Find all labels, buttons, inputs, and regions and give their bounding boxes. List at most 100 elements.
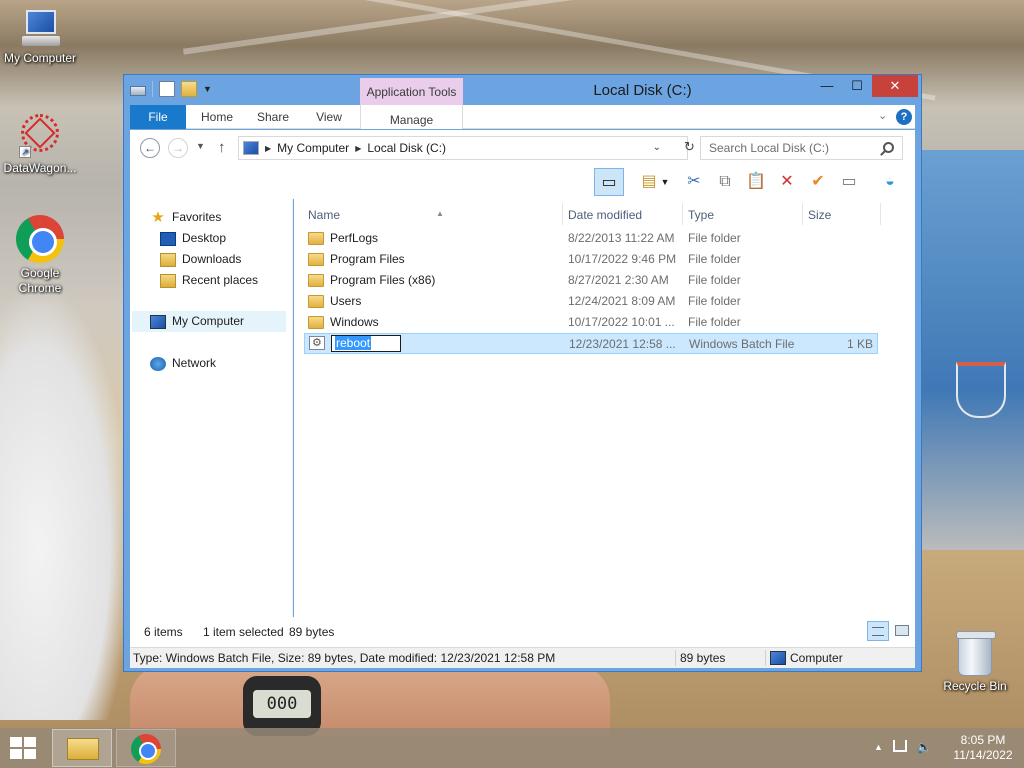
file-date: 8/27/2021 2:30 AM xyxy=(568,273,669,287)
preview-pane-button[interactable]: ▭ xyxy=(594,168,624,196)
file-row-program-files-x86[interactable]: Program Files (x86) 8/27/2021 2:30 AM Fi… xyxy=(304,270,878,291)
up-button[interactable]: ↑ xyxy=(218,139,226,156)
nav-favorites[interactable]: ★ Favorites xyxy=(150,207,221,228)
file-row-perflogs[interactable]: PerfLogs 8/22/2013 11:22 AM File folder xyxy=(304,228,878,249)
start-button[interactable] xyxy=(10,737,38,761)
rename-selected-text: reboot xyxy=(335,336,372,350)
taskbar-file-explorer[interactable] xyxy=(52,729,112,767)
file-date: 8/22/2013 11:22 AM xyxy=(568,231,675,245)
recent-places-icon xyxy=(160,273,176,288)
network-status-icon[interactable] xyxy=(892,740,907,752)
nav-item-downloads[interactable]: Downloads xyxy=(160,249,241,270)
breadcrumb-separator-icon[interactable]: ▶ xyxy=(355,144,361,153)
nav-item-my-computer[interactable]: My Computer xyxy=(132,311,286,332)
minimize-button[interactable]: — xyxy=(812,75,842,97)
title-bar[interactable]: ▼ Application Tools Local Disk (C:) — ☐ … xyxy=(124,75,921,106)
clock[interactable]: 8:05 PM 11/14/2022 xyxy=(948,733,1018,763)
shell-icon[interactable]: ◒ xyxy=(875,168,905,196)
file-name: Windows xyxy=(330,315,379,329)
file-type: File folder xyxy=(688,294,741,308)
tab-share[interactable]: Share xyxy=(248,105,298,129)
show-hidden-icons-button[interactable]: ▲ xyxy=(874,742,883,754)
close-button[interactable]: ✕ xyxy=(872,75,918,97)
computer-icon xyxy=(770,651,786,665)
divider[interactable] xyxy=(802,203,803,225)
desktop-icon-label: DataWagon... xyxy=(3,161,77,175)
desktop-icon-recycle-bin[interactable]: Recycle Bin xyxy=(935,631,1015,694)
nav-item-desktop[interactable]: Desktop xyxy=(160,228,226,249)
downloads-icon xyxy=(160,252,176,267)
cut-icon[interactable]: ✂ xyxy=(679,168,709,196)
file-type: File folder xyxy=(688,315,741,329)
recent-locations-dropdown-icon[interactable]: ▼ xyxy=(196,141,205,151)
dropdown-icon[interactable]: ▼ xyxy=(658,168,672,196)
expand-ribbon-icon[interactable]: ⌄ xyxy=(878,109,887,122)
file-type: Windows Batch File xyxy=(689,337,795,351)
paste-icon[interactable]: 📋 xyxy=(741,168,771,196)
folder-icon xyxy=(308,232,324,245)
desktop-icon-datawagon[interactable]: ↗ DataWagon... xyxy=(0,114,80,176)
breadcrumb-local-disk[interactable]: Local Disk (C:) xyxy=(367,141,446,155)
folder-icon xyxy=(308,316,324,329)
divider[interactable] xyxy=(562,203,563,225)
details-size: 89 bytes xyxy=(680,651,726,665)
column-header-date-modified[interactable]: Date modified xyxy=(564,205,679,225)
taskbar: ▲ 🔈 8:05 PM 11/14/2022 xyxy=(0,728,1024,768)
forward-button[interactable]: → xyxy=(168,138,188,158)
folder-icon xyxy=(308,274,324,287)
nav-item-network[interactable]: Network xyxy=(150,353,216,374)
refresh-button[interactable]: ↻ xyxy=(684,139,695,155)
file-name: PerfLogs xyxy=(330,231,379,245)
file-row-windows[interactable]: Windows 10/17/2022 10:01 ... File folder xyxy=(304,312,878,333)
nav-item-label: Downloads xyxy=(182,252,242,266)
large-icons-view-icon xyxy=(895,625,909,636)
file-date: 12/23/2021 12:58 ... xyxy=(569,337,676,351)
breadcrumb-my-computer[interactable]: My Computer xyxy=(277,141,349,155)
large-icons-view-button[interactable] xyxy=(891,621,913,641)
tab-home[interactable]: Home xyxy=(192,105,242,129)
check-icon[interactable]: ✔ xyxy=(803,168,833,196)
network-icon xyxy=(150,356,166,371)
column-header-size[interactable]: Size xyxy=(804,205,874,225)
sort-ascending-icon: ▲ xyxy=(436,209,444,218)
details-view-button[interactable] xyxy=(867,621,889,641)
clock-date: 11/14/2022 xyxy=(953,748,1013,762)
rename-input[interactable]: reboot xyxy=(331,335,401,352)
divider[interactable] xyxy=(880,203,881,225)
tab-file[interactable]: File xyxy=(130,105,186,129)
divider[interactable] xyxy=(682,203,683,225)
taskbar-google-chrome[interactable] xyxy=(116,729,176,767)
rename-icon[interactable]: ▭ xyxy=(834,168,864,196)
help-icon[interactable]: ? xyxy=(896,109,912,125)
copy-icon[interactable]: ⧉ xyxy=(710,168,740,196)
column-header-type[interactable]: Type xyxy=(684,205,799,225)
selection-count: 1 item selected xyxy=(203,625,284,639)
file-row-reboot[interactable]: reboot 12/23/2021 12:58 ... Windows Batc… xyxy=(304,333,878,354)
breadcrumb-separator-icon[interactable]: ▶ xyxy=(265,144,271,153)
desktop-icon-my-computer[interactable]: My Computer xyxy=(0,10,80,66)
folder-icon xyxy=(308,295,324,308)
tab-view[interactable]: View xyxy=(304,105,354,129)
explorer-window[interactable]: ▼ Application Tools Local Disk (C:) — ☐ … xyxy=(123,74,922,672)
delete-icon[interactable]: ✕ xyxy=(772,168,802,196)
nav-item-recent-places[interactable]: Recent places xyxy=(160,270,258,291)
file-type: File folder xyxy=(688,231,741,245)
address-dropdown-icon[interactable]: ⌄ xyxy=(653,142,661,153)
file-row-users[interactable]: Users 12/24/2021 8:09 AM File folder xyxy=(304,291,878,312)
back-button[interactable]: ← xyxy=(140,138,160,158)
details-view-icon xyxy=(872,627,884,636)
tab-manage[interactable]: Manage xyxy=(360,105,463,129)
desktop-icon-google-chrome[interactable]: Google Chrome xyxy=(0,215,80,296)
navigation-bar: ← → ▼ ↑ ▶ My Computer ▶ Local Disk (C:) … xyxy=(130,130,915,166)
search-input[interactable]: Search Local Disk (C:) xyxy=(700,136,903,160)
column-header-name[interactable]: Name ▲ xyxy=(304,205,564,225)
datawagon-icon: ↗ xyxy=(17,114,63,158)
maximize-button[interactable]: ☐ xyxy=(842,75,872,97)
file-type: File folder xyxy=(688,252,741,266)
search-icon[interactable] xyxy=(883,142,894,153)
volume-icon[interactable]: 🔈 xyxy=(917,740,932,754)
file-row-program-files[interactable]: Program Files 10/17/2022 9:46 PM File fo… xyxy=(304,249,878,270)
status-bar: 6 items 1 item selected 89 bytes xyxy=(130,617,915,647)
address-bar[interactable]: ▶ My Computer ▶ Local Disk (C:) ⌄ xyxy=(238,136,688,160)
file-list[interactable]: Name ▲ Date modified Type Size PerfLogs … xyxy=(294,199,915,617)
